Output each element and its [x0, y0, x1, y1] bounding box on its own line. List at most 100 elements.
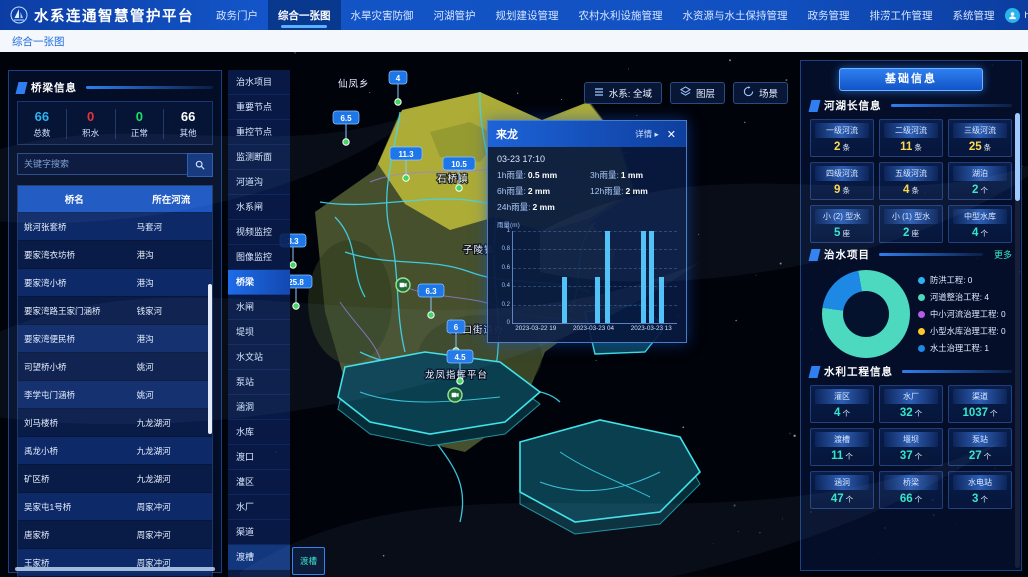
table-row[interactable]: 吴家屯1号桥周家冲河 — [18, 493, 212, 521]
popup-timestamp: 03-23 17:10 — [497, 154, 677, 164]
legend-item: 河道整治工程: 4 — [918, 291, 1006, 303]
stat-card[interactable]: 三级河流25条 — [948, 119, 1012, 157]
stat-card[interactable]: 湖泊2个 — [948, 162, 1012, 200]
card-unit: 个 — [915, 495, 923, 504]
layer-item-重要节点[interactable]: 重要节点 — [228, 95, 290, 120]
table-row[interactable]: 王家桥周家冲河 — [18, 549, 212, 577]
layer-item-泵站[interactable]: 泵站 — [228, 370, 290, 395]
table-row[interactable]: 要家湾路王家门涵桥钱家河 — [18, 297, 212, 325]
bridge-info-panel: 桥梁信息 66总数0积水0正常66其他 桥名所在河流 姚河张套桥马套河要家湾衣坊… — [8, 70, 222, 573]
stat-card[interactable]: 渠道1037个 — [948, 385, 1012, 423]
table-row[interactable]: 姚河张套桥马套河 — [18, 213, 212, 241]
layer-item-河道沟[interactable]: 河道沟 — [228, 170, 290, 195]
layer-item-渡口[interactable]: 渡口 — [228, 445, 290, 470]
layer-item-渠道[interactable]: 渠道 — [228, 520, 290, 545]
camera-marker-icon[interactable] — [396, 278, 410, 292]
layer-item-图像监控[interactable]: 图像监控 — [228, 245, 290, 270]
layer-item-桥梁[interactable]: 桥梁 — [228, 270, 290, 295]
table-hscrollbar[interactable] — [15, 567, 215, 571]
card-number: 3 — [972, 493, 978, 505]
stat-card[interactable]: 涵洞47个 — [810, 471, 874, 509]
layer-item-水闸[interactable]: 水闸 — [228, 295, 290, 320]
nav-item[interactable]: 政务管理 — [798, 0, 860, 30]
layer-item-重控节点[interactable]: 重控节点 — [228, 120, 290, 145]
layer-item-堤坝[interactable]: 堤坝 — [228, 320, 290, 345]
water-level-marker[interactable]: 6.5 — [333, 111, 359, 145]
layer-item-塘坝[interactable]: 塘坝 — [228, 570, 290, 577]
stat-card[interactable]: 桥梁66个 — [879, 471, 943, 509]
metric-value: 2 mm — [533, 202, 555, 212]
close-icon[interactable]: ✕ — [665, 128, 678, 141]
stat-card[interactable]: 二级河流11条 — [879, 119, 943, 157]
bridge-stat: 0正常 — [116, 109, 165, 139]
nav-item[interactable]: 农村水利设施管理 — [569, 0, 673, 30]
card-unit: 个 — [990, 409, 998, 418]
layer-item-渡槽[interactable]: 渡槽渡槽 — [228, 545, 290, 570]
breadcrumb[interactable]: 综合一张图 — [12, 34, 65, 49]
nav-item[interactable]: 政务门户 — [206, 0, 268, 30]
layer-item-监测断面[interactable]: 监测断面 — [228, 145, 290, 170]
table-row[interactable]: 李学屯门涵桥姚河 — [18, 381, 212, 409]
map-control-scene[interactable]: 场景 — [733, 82, 788, 104]
popup-details-link[interactable]: 详情 ▸ — [635, 128, 659, 140]
card-title: 二级河流 — [884, 123, 938, 138]
nav-item[interactable]: 排涝工作管理 — [860, 0, 943, 30]
layer-item-水厂[interactable]: 水厂 — [228, 495, 290, 520]
layer-item-视频监控[interactable]: 视频监控 — [228, 220, 290, 245]
basic-info-button[interactable]: 基础信息 — [839, 68, 983, 91]
stat-card[interactable]: 堰坝37个 — [879, 428, 943, 466]
search-button[interactable] — [187, 153, 213, 177]
stat-card[interactable]: 灌区4个 — [810, 385, 874, 423]
stat-card[interactable]: 小 (1) 型水2座 — [879, 205, 943, 243]
stat-card[interactable]: 渡槽11个 — [810, 428, 874, 466]
bridge-table[interactable]: 桥名所在河流 姚河张套桥马套河要家湾衣坊桥港沟要家湾小桥港沟要家湾路王家门涵桥钱… — [17, 185, 213, 577]
nav-item[interactable]: 水旱灾害防御 — [341, 0, 424, 30]
card-title: 桥梁 — [884, 475, 938, 490]
stat-card[interactable]: 水厂32个 — [879, 385, 943, 423]
table-scrollbar[interactable] — [208, 284, 212, 434]
table-row[interactable]: 要家湾便民桥港沟 — [18, 325, 212, 353]
stat-label: 其他 — [164, 127, 212, 139]
layer-item-水库[interactable]: 水库 — [228, 420, 290, 445]
camera-marker-icon[interactable] — [448, 388, 462, 402]
layer-item-水文站[interactable]: 水文站 — [228, 345, 290, 370]
bridge-panel-header: 桥梁信息 — [17, 80, 213, 95]
table-row[interactable]: 司望桥小桥姚河 — [18, 353, 212, 381]
card-number: 9 — [834, 184, 840, 196]
layer-item-治水项目[interactable]: 治水项目 — [228, 70, 290, 95]
layer-item-灌区[interactable]: 灌区 — [228, 470, 290, 495]
nav-item[interactable]: 水资源与水土保持管理 — [673, 0, 798, 30]
stat-card[interactable]: 泵站27个 — [948, 428, 1012, 466]
chart-y-label: 雨量(m) — [497, 219, 677, 229]
layer-item-水系闸[interactable]: 水系闸 — [228, 195, 290, 220]
stat-card[interactable]: 四级河流9条 — [810, 162, 874, 200]
map-controls: 水系: 全域 图层场景 — [584, 82, 788, 104]
right-panel-scrollbar[interactable] — [1015, 113, 1020, 568]
card-value: 32个 — [880, 407, 942, 419]
stat-card[interactable]: 中型水库4个 — [948, 205, 1012, 243]
map-control-list[interactable]: 水系: 全域 — [584, 82, 662, 104]
stat-card[interactable]: 五级河流4条 — [879, 162, 943, 200]
table-row[interactable]: 刘马楼桥九龙湖河 — [18, 409, 212, 437]
water-level-marker[interactable]: 4 — [389, 71, 407, 105]
projects-more-link[interactable]: 更多 — [994, 248, 1012, 261]
nav-item[interactable]: 河湖管护 — [424, 0, 486, 30]
card-unit: 个 — [980, 229, 988, 238]
stat-card[interactable]: 小 (2) 型水5座 — [810, 205, 874, 243]
nav-item[interactable]: 系统管理 — [943, 0, 1005, 30]
table-row[interactable]: 要家湾衣坊桥港沟 — [18, 241, 212, 269]
user-menu[interactable]: hkub42080261 ▼ — [1005, 0, 1028, 30]
layer-item-涵洞[interactable]: 涵洞 — [228, 395, 290, 420]
search-input[interactable] — [17, 153, 187, 175]
map-control-layers[interactable]: 图层 — [670, 82, 725, 104]
table-row[interactable]: 要家湾小桥港沟 — [18, 269, 212, 297]
control-label: 水系: 全域 — [609, 86, 652, 100]
stat-card[interactable]: 一级河流2条 — [810, 119, 874, 157]
nav-item[interactable]: 规划建设管理 — [486, 0, 569, 30]
table-row[interactable]: 禹龙小桥九龙湖河 — [18, 437, 212, 465]
stat-card[interactable]: 水电站3个 — [948, 471, 1012, 509]
table-row[interactable]: 矿区桥九龙湖河 — [18, 465, 212, 493]
card-title: 水电站 — [953, 475, 1007, 490]
nav-item[interactable]: 综合一张图 — [268, 0, 341, 30]
table-row[interactable]: 唐家桥周家冲河 — [18, 521, 212, 549]
